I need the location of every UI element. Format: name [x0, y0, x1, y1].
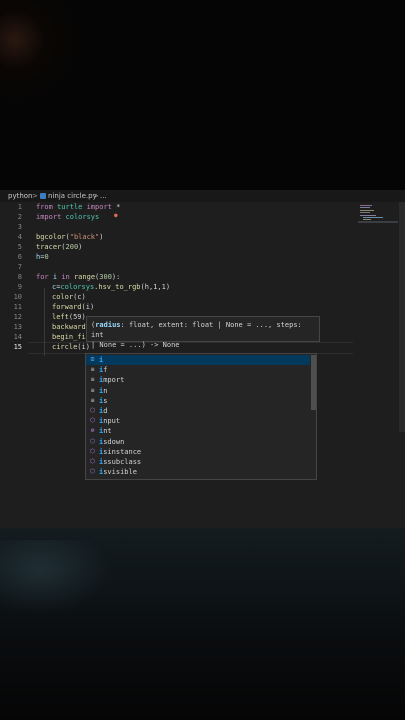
suggestion-item[interactable]: ⬡ isdown [86, 437, 310, 447]
line-number: 1 [17, 203, 22, 211]
suggestion-item[interactable]: ⬡ input [86, 416, 310, 426]
minimap[interactable] [358, 204, 398, 224]
signature-line-2: | None = ...) -> None [91, 341, 180, 349]
suggestion-widget[interactable]: ⊡ i ≡ if ≡ import ≡ in ≡ is ⬡ id ⬡ input ⚙ int ⬡ isdown ⬡ i… [85, 353, 317, 480]
function-icon: ⬡ [89, 468, 96, 476]
function-icon: ⬡ [89, 447, 96, 455]
suggestion-item[interactable]: ⬡ isvisible [86, 467, 310, 477]
suggestion-label: issubclass [99, 458, 142, 466]
breadcrumb-more[interactable]: ... [100, 190, 107, 202]
function-icon: ⬡ [89, 407, 96, 414]
warning-dot-icon: ● [114, 212, 118, 219]
suggestion-label: int [99, 427, 112, 436]
line-number: 9 [17, 283, 22, 291]
line-number: 12 [13, 313, 22, 321]
suggestion-item[interactable]: ≡ is [86, 396, 310, 406]
line-number: 7 [17, 263, 22, 271]
variable-icon: ⊡ [90, 356, 95, 363]
breadcrumb-folder[interactable]: python [8, 190, 33, 202]
code-line-11[interactable]: forward(i) [52, 302, 94, 312]
suggestion-item[interactable]: ⚙ int [86, 426, 310, 436]
suggestion-item[interactable]: ≡ in [86, 386, 310, 396]
code-line-4[interactable]: bgcolor("black") [36, 232, 103, 242]
suggestion-item[interactable]: ⊡ i [86, 355, 310, 366]
python-file-icon [40, 193, 46, 199]
signature-line-1: (radius: float, extent: float | None = .… [91, 321, 302, 339]
code-line-6[interactable]: h=0 [36, 252, 49, 262]
keyword-icon: ≡ [90, 366, 95, 374]
function-icon: ⬡ [89, 437, 96, 445]
line-number: 14 [13, 333, 22, 341]
line-number: 5 [17, 243, 22, 251]
breadcrumb-separator: > [32, 192, 38, 200]
suggestion-label: isdown [99, 437, 125, 446]
code-line-10[interactable]: color(c) [52, 292, 86, 302]
function-icon: ⬡ [89, 458, 96, 465]
suggestion-label: is [99, 396, 108, 405]
code-line-1[interactable]: from turtle import * [36, 202, 120, 212]
code-line-15[interactable]: circle(i) [52, 342, 90, 352]
keyword-icon: ≡ [90, 386, 95, 394]
code-line-13[interactable]: backward [52, 322, 86, 332]
suggestion-label: input [99, 417, 121, 426]
editor-scrollbar[interactable] [399, 202, 405, 432]
suggestion-label: if [99, 366, 108, 375]
suggestion-label: in [99, 386, 108, 395]
suggestion-scrollbar[interactable] [311, 355, 316, 410]
line-number-active: 15 [13, 343, 22, 351]
suggestion-label: isinstance [99, 447, 142, 456]
line-number: 10 [13, 293, 22, 301]
indent-guide [44, 288, 45, 356]
code-line-8[interactable]: for i in range(300): [36, 272, 120, 282]
line-number: 6 [17, 253, 22, 261]
suggestion-item[interactable]: ≡ if [86, 365, 310, 375]
code-line-14[interactable]: begin_fi [52, 332, 86, 342]
suggestion-item[interactable]: ⬡ issubclass [86, 457, 310, 467]
video-top-background [0, 0, 405, 190]
line-number: 4 [17, 233, 22, 241]
signature-help-popup: (radius: float, extent: float | None = .… [86, 316, 320, 349]
line-number: 13 [13, 323, 22, 331]
code-line-12[interactable]: left(59) [52, 312, 86, 322]
suggestion-item[interactable]: ≡ import [86, 375, 310, 385]
function-icon: ⬡ [89, 417, 96, 425]
line-number: 2 [17, 213, 22, 221]
suggestion-label: i [99, 356, 104, 364]
line-number: 11 [13, 303, 22, 311]
line-number-gutter: 1 2 3 4 5 6 7 8 9 10 11 12 13 14 15 [0, 202, 28, 528]
breadcrumb-separator: > [93, 192, 99, 200]
line-number: 3 [17, 223, 22, 231]
suggestion-item[interactable]: ⬡ isinstance [86, 447, 310, 457]
breadcrumb-file[interactable]: ninja circle.py [40, 190, 97, 202]
code-line-2[interactable]: import colorsys [36, 212, 99, 222]
code-line-9[interactable]: c=colorsys.hsv_to_rgb(h,1,1) [52, 282, 170, 292]
keyword-icon: ≡ [90, 376, 95, 384]
suggestion-label: isvisible [99, 468, 137, 477]
class-icon: ⚙ [90, 427, 95, 435]
suggestion-label: import [99, 376, 125, 385]
line-number: 8 [17, 273, 22, 281]
suggestion-item[interactable]: ⬡ id [86, 406, 310, 416]
code-line-5[interactable]: tracer(200) [36, 242, 82, 252]
keyword-icon: ≡ [90, 396, 95, 404]
suggestion-label: id [99, 407, 108, 415]
breadcrumb: python > ninja circle.py > ... [0, 190, 405, 202]
video-bottom-glow [0, 540, 120, 620]
